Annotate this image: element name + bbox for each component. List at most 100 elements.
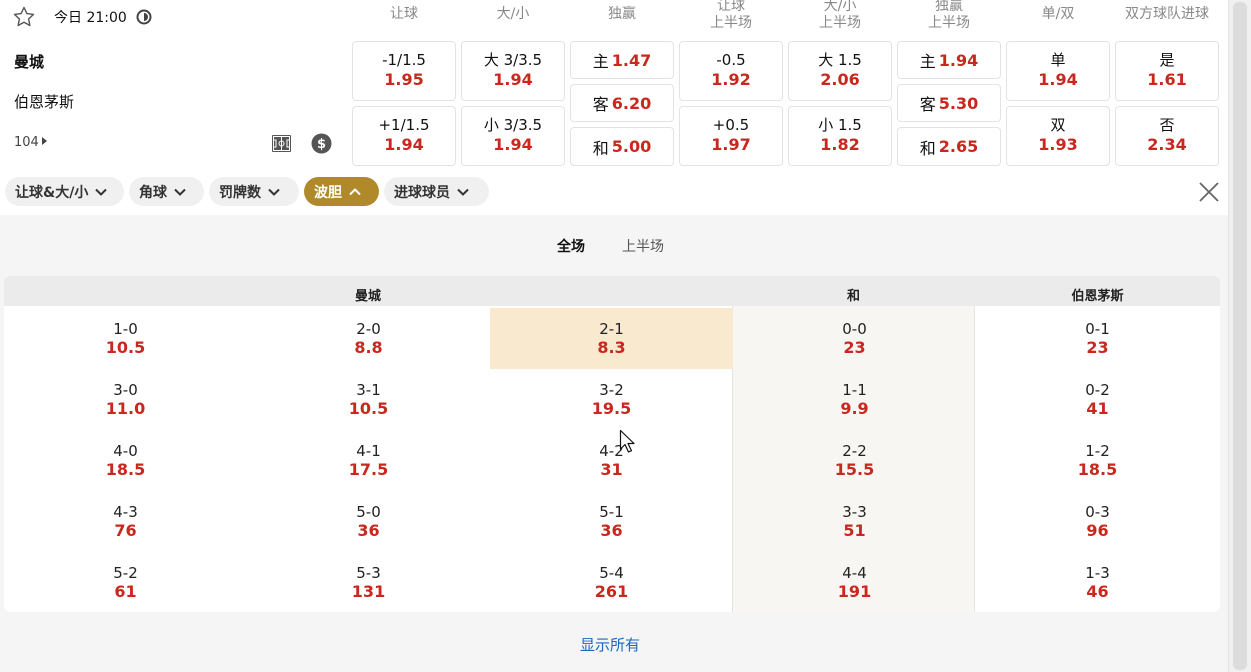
score-label: 0-3 xyxy=(1085,503,1110,521)
show-all-link[interactable]: 显示所有 xyxy=(580,634,640,655)
scrollbar-thumb[interactable] xyxy=(1233,2,1247,670)
score-odd: 19.5 xyxy=(591,399,632,418)
col-header-win-half: 独赢 上半场 xyxy=(928,0,970,31)
chevron-down-icon xyxy=(457,188,469,196)
score-odd: 31 xyxy=(600,460,623,479)
score-cell-draw-3[interactable]: 3-3 51 xyxy=(733,491,976,552)
score-cell-away-2[interactable]: 1-2 18.5 xyxy=(976,430,1219,491)
score-cell-home-col3-2[interactable]: 4-2 31 xyxy=(490,430,733,491)
col-header-over-under-half: 大/小 上半场 xyxy=(819,0,861,31)
score-cell-home-col1-0[interactable]: 1-0 10.5 xyxy=(4,308,247,369)
period-tabs: 全场 上半场 xyxy=(0,236,1228,256)
svg-text:$: $ xyxy=(317,137,326,152)
score-cell-away-4[interactable]: 1-3 46 xyxy=(976,552,1219,612)
odd-odd[interactable]: 单 1.94 xyxy=(1006,41,1110,101)
close-icon[interactable] xyxy=(1197,180,1221,204)
score-odd: 76 xyxy=(114,521,137,540)
score-cell-home-col2-4[interactable]: 5-3 131 xyxy=(247,552,490,612)
score-cell-home-col1-4[interactable]: 5-2 61 xyxy=(4,552,247,612)
score-odd: 11.0 xyxy=(105,399,146,418)
score-odd: 36 xyxy=(357,521,380,540)
score-cell-home-col1-2[interactable]: 4-0 18.5 xyxy=(4,430,247,491)
filter-chip-corners[interactable]: 角球 xyxy=(129,177,204,206)
score-label: 2-1 xyxy=(599,320,624,338)
score-cell-home-col2-2[interactable]: 4-1 17.5 xyxy=(247,430,490,491)
score-label: 5-2 xyxy=(113,564,138,582)
score-cell-away-0[interactable]: 0-1 23 xyxy=(976,308,1219,369)
score-label: 3-2 xyxy=(599,381,624,399)
away-team: 伯恩茅斯 xyxy=(14,93,75,111)
score-odd: 23 xyxy=(1086,338,1109,357)
col-header-odd-even: 单/双 xyxy=(1041,6,1075,22)
score-label: 0-0 xyxy=(842,320,867,338)
grid-header-draw: 和 xyxy=(846,289,860,304)
cash-out-icon[interactable]: $ xyxy=(311,133,332,154)
score-odd: 191 xyxy=(837,582,872,601)
score-odd: 96 xyxy=(1086,521,1109,540)
filter-chip-correct-score[interactable]: 波胆 xyxy=(304,177,379,206)
match-panel: 今日 21:00 曼城 伯恩茅斯 104 $ 让球 大/小 独赢 让球 上半场 大… xyxy=(0,0,1228,215)
score-label: 2-2 xyxy=(842,442,867,460)
odd-handicap-away[interactable]: +1/1.5 1.94 xyxy=(352,106,456,166)
score-cell-home-col3-4[interactable]: 5-4 261 xyxy=(490,552,733,612)
tab-first-half[interactable]: 上半场 xyxy=(622,236,664,256)
filter-chip-handicap-ou[interactable]: 让球&大/小 xyxy=(5,177,124,206)
col-header-handicap-half: 让球 上半场 xyxy=(710,0,752,31)
score-odd: 261 xyxy=(594,582,629,601)
odd-handicap-home[interactable]: -1/1.5 1.95 xyxy=(352,41,456,101)
odd-win-half-away[interactable]: 客 5.30 xyxy=(897,84,1001,122)
score-cell-draw-1[interactable]: 1-1 9.9 xyxy=(733,369,976,430)
star-icon[interactable] xyxy=(12,5,36,29)
score-cell-draw-0[interactable]: 0-0 23 xyxy=(733,308,976,369)
score-odd: 36 xyxy=(600,521,623,540)
score-odd: 17.5 xyxy=(348,460,389,479)
odd-btts-no[interactable]: 否 2.34 xyxy=(1115,106,1219,166)
more-markets-count: 104 xyxy=(14,135,39,150)
mouse-cursor-icon xyxy=(619,429,635,453)
score-cell-home-col1-1[interactable]: 3-0 11.0 xyxy=(4,369,247,430)
score-cell-home-col1-3[interactable]: 4-3 76 xyxy=(4,491,247,552)
score-cell-home-col3-3[interactable]: 5-1 36 xyxy=(490,491,733,552)
pitch-icon[interactable] xyxy=(271,133,292,154)
score-label: 3-0 xyxy=(113,381,138,399)
score-label: 1-3 xyxy=(1085,564,1110,582)
score-cell-away-3[interactable]: 0-3 96 xyxy=(976,491,1219,552)
filter-chip-cards[interactable]: 罚牌数 xyxy=(209,177,299,206)
odd-win-away[interactable]: 客 6.20 xyxy=(570,84,674,122)
score-cell-away-1[interactable]: 0-2 41 xyxy=(976,369,1219,430)
caret-right-icon xyxy=(41,137,47,145)
odd-under[interactable]: 小 3/3.5 1.94 xyxy=(461,106,565,166)
odd-win-home[interactable]: 主 1.47 xyxy=(570,41,674,79)
score-odd: 8.8 xyxy=(354,338,383,357)
tab-full-time[interactable]: 全场 xyxy=(557,236,585,256)
score-label: 5-0 xyxy=(356,503,381,521)
odd-even[interactable]: 双 1.93 xyxy=(1006,106,1110,166)
score-cell-home-col2-1[interactable]: 3-1 10.5 xyxy=(247,369,490,430)
odd-win-half-home[interactable]: 主 1.94 xyxy=(897,41,1001,79)
scrollbar[interactable] xyxy=(1228,0,1251,672)
odd-over[interactable]: 大 3/3.5 1.94 xyxy=(461,41,565,101)
chevron-down-icon xyxy=(174,188,186,196)
match-time: 今日 21:00 xyxy=(54,10,127,26)
score-cell-home-col3-1[interactable]: 3-2 19.5 xyxy=(490,369,733,430)
odd-win-draw[interactable]: 和 5.00 xyxy=(570,127,674,166)
odd-win-half-draw[interactable]: 和 2.65 xyxy=(897,127,1001,166)
odd-over-half[interactable]: 大 1.5 2.06 xyxy=(788,41,892,101)
filter-chip-goalscorers[interactable]: 进球球员 xyxy=(384,177,489,206)
score-cell-home-col3-0[interactable]: 2-1 8.3 xyxy=(490,308,733,369)
score-label: 2-0 xyxy=(356,320,381,338)
odd-btts-yes[interactable]: 是 1.61 xyxy=(1115,41,1219,101)
chevron-down-icon xyxy=(95,188,108,196)
score-cell-home-col2-0[interactable]: 2-0 8.8 xyxy=(247,308,490,369)
odd-under-half[interactable]: 小 1.5 1.82 xyxy=(788,106,892,166)
score-label: 4-2 xyxy=(599,442,624,460)
score-odd: 51 xyxy=(843,521,866,540)
col-header-over-under: 大/小 xyxy=(496,6,530,22)
score-cell-home-col2-3[interactable]: 5-0 36 xyxy=(247,491,490,552)
score-odd: 61 xyxy=(114,582,137,601)
odd-handicap-half-home[interactable]: -0.5 1.92 xyxy=(679,41,783,101)
more-markets-link[interactable]: 104 xyxy=(14,135,47,150)
score-cell-draw-4[interactable]: 4-4 191 xyxy=(733,552,976,612)
odd-handicap-half-away[interactable]: +0.5 1.97 xyxy=(679,106,783,166)
score-cell-draw-2[interactable]: 2-2 15.5 xyxy=(733,430,976,491)
